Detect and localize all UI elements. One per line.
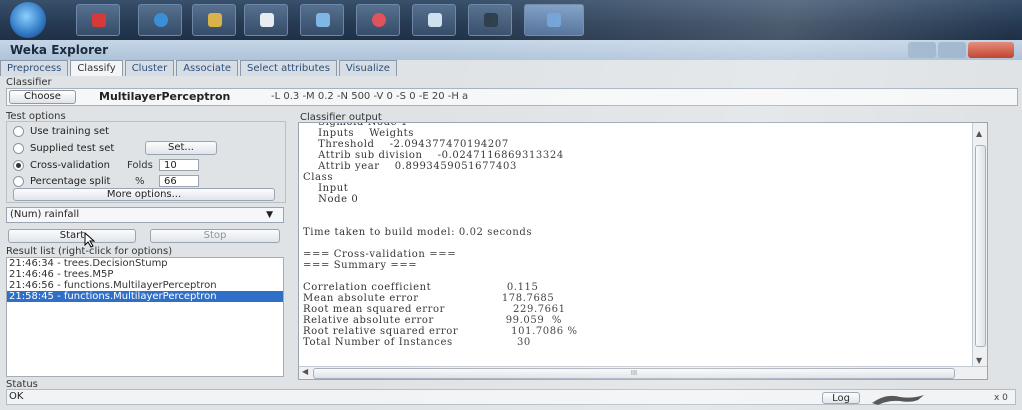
- x-count: x 0: [994, 393, 1008, 403]
- start-button[interactable]: Start: [8, 229, 136, 243]
- cross-validation-label: Cross-validation: [30, 160, 110, 171]
- radio-selected-icon[interactable]: [13, 160, 24, 171]
- taskbar-app-calc[interactable]: [300, 4, 344, 36]
- supplied-test-set-option[interactable]: Supplied test set: [13, 143, 114, 154]
- taskbar-app-player[interactable]: [356, 4, 400, 36]
- more-options-button[interactable]: More options...: [13, 188, 275, 201]
- status-value: OK: [9, 391, 24, 402]
- percent-input[interactable]: 66: [159, 175, 199, 187]
- horizontal-scroll-thumb[interactable]: III: [313, 368, 955, 379]
- tab-associate[interactable]: Associate: [176, 60, 239, 76]
- classifier-section-label: Classifier: [6, 77, 52, 88]
- stop-button[interactable]: Stop: [150, 229, 280, 243]
- tab-cluster[interactable]: Cluster: [124, 60, 175, 76]
- tab-classify[interactable]: Classify: [70, 60, 123, 76]
- cross-validation-option[interactable]: Cross-validation: [13, 160, 110, 171]
- tab-preprocess[interactable]: Preprocess: [0, 60, 69, 76]
- maximize-button[interactable]: [938, 42, 966, 58]
- tab-visualize[interactable]: Visualize: [338, 60, 397, 76]
- start-label: Start: [59, 230, 85, 241]
- target-attribute-select[interactable]: (Num) rainfall ▼: [6, 207, 284, 223]
- percentage-split-option[interactable]: Percentage split: [13, 176, 110, 187]
- horizontal-scrollbar[interactable]: ◀ III: [299, 366, 987, 379]
- taskbar: [0, 0, 1022, 40]
- result-item[interactable]: 21:46:46 - trees.M5P: [7, 269, 283, 280]
- radio-icon[interactable]: [13, 176, 24, 187]
- dropdown-arrow-icon[interactable]: ▼: [266, 208, 273, 222]
- taskbar-app-window[interactable]: [244, 4, 288, 36]
- folds-input[interactable]: 10: [159, 159, 199, 171]
- window-titlebar: Weka Explorer: [0, 40, 1022, 60]
- minimize-button[interactable]: [908, 42, 936, 58]
- percent-symbol: %: [135, 176, 145, 187]
- radio-icon[interactable]: [13, 126, 24, 137]
- target-attribute-value: (Num) rainfall: [10, 209, 80, 220]
- result-item-selected[interactable]: 21:58:45 - functions.MultilayerPerceptro…: [7, 291, 283, 302]
- classifier-name[interactable]: MultilayerPerceptron: [99, 90, 230, 103]
- radio-icon[interactable]: [13, 143, 24, 154]
- log-button[interactable]: Log: [822, 392, 860, 404]
- vertical-scrollbar[interactable]: ▲ ▼: [972, 123, 987, 379]
- vertical-scroll-thumb[interactable]: [975, 145, 986, 347]
- classifier-row: Choose MultilayerPerceptron -L 0.3 -M 0.…: [6, 88, 1018, 106]
- tab-select-attributes[interactable]: Select attributes: [240, 60, 337, 76]
- choose-button[interactable]: Choose: [9, 90, 76, 104]
- close-button[interactable]: [968, 42, 1014, 58]
- taskbar-app-explorer[interactable]: [192, 4, 236, 36]
- classifier-output-text[interactable]: Sigmoid Node 1 Inputs Weights Threshold …: [303, 123, 578, 348]
- scroll-left-icon[interactable]: ◀: [302, 367, 308, 376]
- classifier-output-panel[interactable]: Sigmoid Node 1 Inputs Weights Threshold …: [298, 122, 988, 380]
- window-title: Weka Explorer: [10, 43, 109, 57]
- use-training-set-label: Use training set: [30, 126, 110, 137]
- taskbar-app-media[interactable]: [76, 4, 120, 36]
- taskbar-app-picture[interactable]: [412, 4, 456, 36]
- use-training-set-option[interactable]: Use training set: [13, 126, 109, 137]
- classifier-options[interactable]: -L 0.3 -M 0.2 -N 500 -V 0 -S 0 -E 20 -H …: [271, 91, 468, 102]
- windows-orb-icon[interactable]: [10, 2, 46, 38]
- result-item[interactable]: 21:46:56 - functions.MultilayerPerceptro…: [7, 280, 283, 291]
- scroll-up-icon[interactable]: ▲: [976, 129, 982, 138]
- supplied-test-set-label: Supplied test set: [30, 143, 115, 154]
- taskbar-app-weka[interactable]: [524, 4, 584, 36]
- folds-label: Folds: [127, 160, 153, 171]
- weka-bird-icon: [872, 395, 924, 405]
- result-list[interactable]: 21:46:34 - trees.DecisionStump 21:46:46 …: [6, 257, 284, 377]
- test-options-box: Use training set Supplied test set Set..…: [6, 121, 286, 203]
- status-bar: OK: [6, 389, 1016, 405]
- taskbar-app-terminal[interactable]: [468, 4, 512, 36]
- tab-bar: Preprocess Classify Cluster Associate Se…: [0, 60, 399, 76]
- result-list-label: Result list (right-click for options): [6, 246, 173, 257]
- taskbar-app-browser[interactable]: [138, 4, 182, 36]
- set-button[interactable]: Set...: [145, 141, 217, 155]
- percentage-split-label: Percentage split: [30, 176, 111, 187]
- scroll-down-icon[interactable]: ▼: [976, 356, 982, 365]
- result-item[interactable]: 21:46:34 - trees.DecisionStump: [7, 258, 283, 269]
